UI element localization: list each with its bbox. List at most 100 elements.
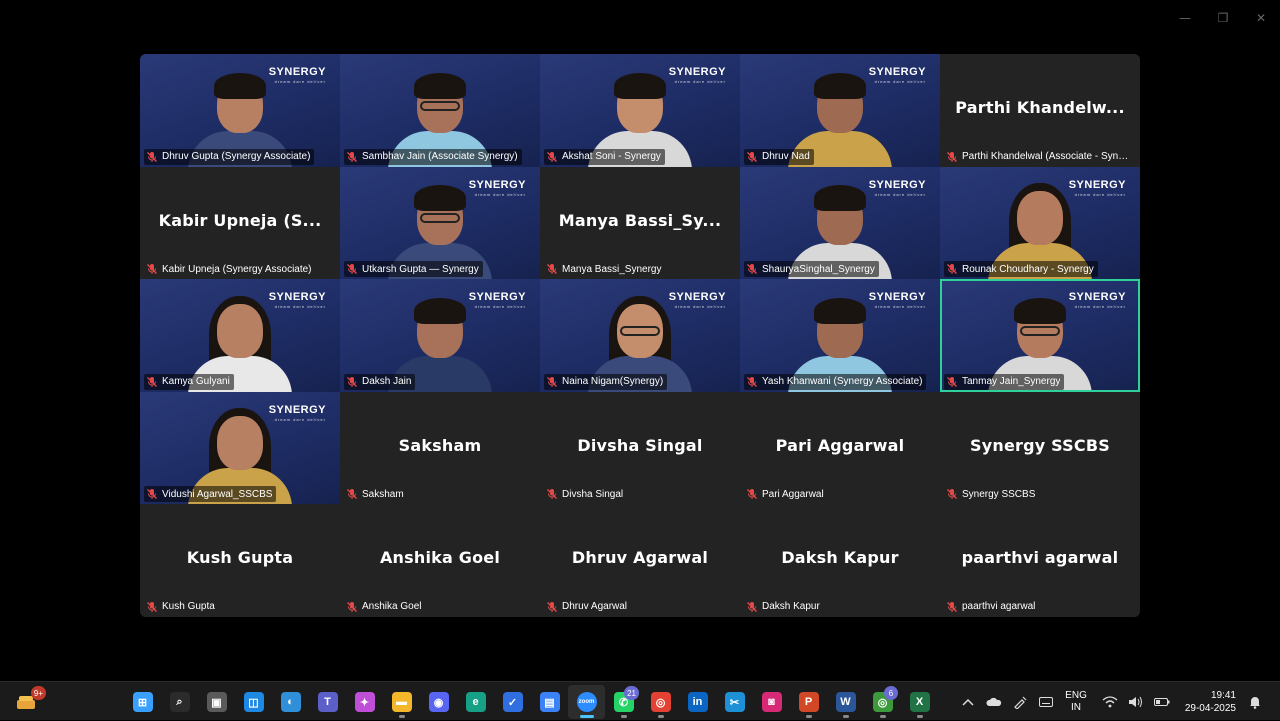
participant-name-bar: Yash Khanwani (Synergy Associate): [744, 373, 927, 390]
edge-button[interactable]: e: [457, 685, 494, 719]
mic-muted-icon: [746, 376, 758, 388]
wifi-icon[interactable]: [1097, 689, 1123, 715]
mic-muted-icon: [946, 601, 958, 613]
participant-name: Dhruv Gupta (Synergy Associate): [162, 151, 311, 163]
participant-name-bar: Utkarsh Gupta — Synergy: [344, 261, 483, 278]
word-button[interactable]: W: [827, 685, 864, 719]
edge-dev-button[interactable]: ◐: [272, 685, 309, 719]
participant-tile[interactable]: Pari Aggarwal Pari Aggarwal: [740, 391, 940, 505]
participant-display-name: Divsha Singal: [577, 435, 703, 455]
mic-muted-icon: [346, 488, 358, 500]
participant-tile[interactable]: Daksh Kapur Daksh Kapur: [740, 504, 940, 617]
participant-tile[interactable]: SYNERGY dream dare deliver Utkarsh Gupta —…: [340, 166, 540, 280]
zoom-button[interactable]: zoom: [568, 685, 605, 719]
participant-display-name: Daksh Kapur: [781, 548, 899, 568]
mic-muted-icon: [346, 376, 358, 388]
discord-button[interactable]: ◉: [420, 685, 457, 719]
participant-tile[interactable]: paarthvi agarwal paarthvi agarwal: [940, 504, 1140, 617]
copilot-icon: ✦: [354, 692, 375, 712]
participant-name: Naina Nigam(Synergy): [562, 376, 664, 388]
participant-tile[interactable]: SYNERGY dream dare deliver Tanmay Jain_Syn…: [940, 279, 1140, 392]
participant-tile[interactable]: SYNERGY dream dare deliver Dhruv Gupta (Sy…: [140, 54, 340, 167]
participant-tile[interactable]: SYNERGY dream dare deliver Akshat Soni - S…: [540, 54, 740, 167]
participant-name-bar: Manya Bassi_Synergy: [544, 261, 666, 277]
participant-tile[interactable]: Saksham Saksham: [340, 391, 540, 505]
excel-button[interactable]: X: [901, 685, 938, 719]
participant-tile[interactable]: SYNERGY dream dare deliver Daksh Jain: [340, 279, 540, 392]
participant-tile[interactable]: SYNERGY dream dare deliver Naina Nigam(Syn…: [540, 279, 740, 392]
copilot-button[interactable]: ✦: [346, 685, 383, 719]
show-hidden-icons-icon[interactable]: [955, 689, 981, 715]
participant-name: Sambhav Jain (Associate Synergy): [362, 151, 518, 163]
participant-tile[interactable]: Dhruv Agarwal Dhruv Agarwal: [540, 504, 740, 617]
participant-name: Rounak Choudhary - Synergy: [962, 263, 1094, 275]
search-button[interactable]: ⌕: [161, 685, 198, 719]
participant-tile[interactable]: Anshika Goel Anshika Goel: [340, 504, 540, 617]
app-badge: 21: [624, 686, 639, 700]
task-view-button[interactable]: ▣: [198, 685, 235, 719]
chrome-button[interactable]: ◎: [642, 685, 679, 719]
clock[interactable]: 19:41 29-04-2025: [1185, 689, 1236, 715]
participant-tile[interactable]: Sambhav Jain (Associate Synergy): [340, 54, 540, 167]
snipping-tool-button[interactable]: ✂: [716, 685, 753, 719]
widgets-button[interactable]: ◫: [235, 685, 272, 719]
participant-name: Kamya Gulyani: [162, 376, 230, 388]
keyboard-icon[interactable]: [1033, 689, 1059, 715]
pen-tablet-icon[interactable]: [1007, 689, 1033, 715]
chrome-profile-button[interactable]: ◎ 6: [864, 685, 901, 719]
start-button[interactable]: ⊞: [124, 685, 161, 719]
participant-tile[interactable]: Kush Gupta Kush Gupta: [140, 504, 340, 617]
weather-widget[interactable]: 9+: [14, 686, 46, 714]
participant-tile[interactable]: SYNERGY dream dare deliver Vidushi Agarwal…: [140, 391, 340, 505]
participant-tile[interactable]: Manya Bassi_Sy... Manya Bassi_Synergy: [540, 166, 740, 280]
participant-tile[interactable]: SYNERGY dream dare deliver Rounak Choudhar…: [940, 166, 1140, 280]
participant-name-bar: Sambhav Jain (Associate Synergy): [344, 148, 522, 165]
linkedin-button[interactable]: in: [679, 685, 716, 719]
participant-tile[interactable]: Kabir Upneja (S... Kabir Upneja (Synergy …: [140, 166, 340, 280]
mic-muted-icon: [946, 263, 958, 275]
participant-name: Akshat Soni - Synergy: [562, 151, 661, 163]
participant-display-name: paarthvi agarwal: [961, 548, 1119, 568]
onedrive-icon[interactable]: [981, 689, 1007, 715]
background-logo: SYNERGY dream dare deliver: [268, 403, 326, 422]
participant-name: Synergy SSCBS: [962, 488, 1036, 500]
close-button[interactable]: ✕: [1242, 6, 1280, 30]
participant-tile[interactable]: SYNERGY dream dare deliver ShauryaSinghal_…: [740, 166, 940, 280]
mic-muted-icon: [546, 263, 558, 275]
participant-tile[interactable]: SYNERGY dream dare deliver Dhruv Nad: [740, 54, 940, 167]
volume-icon[interactable]: [1123, 689, 1149, 715]
instagram-button[interactable]: ◙: [753, 685, 790, 719]
input-language[interactable]: ENG IN: [1065, 690, 1087, 714]
file-explorer-button[interactable]: ▬: [383, 685, 420, 719]
participant-display-name: Kush Gupta: [186, 548, 294, 568]
widgets-icon: ◫: [243, 692, 264, 712]
background-logo: SYNERGY dream dare deliver: [668, 291, 726, 310]
mic-muted-icon: [346, 601, 358, 613]
maximize-button[interactable]: ❐: [1204, 6, 1242, 30]
participant-tile[interactable]: Synergy SSCBS Synergy SSCBS: [940, 391, 1140, 505]
mic-muted-icon: [946, 151, 958, 163]
mic-muted-icon: [146, 488, 158, 500]
participant-tile[interactable]: SYNERGY dream dare deliver Yash Khanwani (…: [740, 279, 940, 392]
participant-name-bar: Tanmay Jain_Synergy: [944, 373, 1065, 390]
zoom-meeting-window: — ❐ ✕ SYNERGY dream dare deliver Dhruv Gup…: [0, 0, 1280, 681]
start-icon: ⊞: [132, 692, 153, 712]
battery-icon[interactable]: [1149, 689, 1175, 715]
whatsapp-button[interactable]: ✆ 21: [605, 685, 642, 719]
todo-icon: ✓: [502, 692, 523, 712]
participant-name-bar: Daksh Jain: [344, 373, 416, 390]
notification-center-icon[interactable]: [1242, 689, 1268, 715]
participant-tile[interactable]: Divsha Singal Divsha Singal: [540, 391, 740, 505]
participant-name-bar: Synergy SSCBS: [944, 486, 1039, 502]
background-logo: SYNERGY dream dare deliver: [268, 66, 326, 84]
todo-button[interactable]: ✓: [494, 685, 531, 719]
powerpoint-button[interactable]: P: [790, 685, 827, 719]
mic-muted-icon: [746, 488, 758, 500]
participant-tile[interactable]: SYNERGY dream dare deliver Kamya Gulyani: [140, 279, 340, 392]
minimize-button[interactable]: —: [1166, 6, 1204, 30]
background-logo: SYNERGY dream dare deliver: [868, 291, 926, 310]
store-button[interactable]: ▤: [531, 685, 568, 719]
teams-button[interactable]: T: [309, 685, 346, 719]
window-controls: — ❐ ✕: [1166, 6, 1280, 30]
participant-tile[interactable]: Parthi Khandelw... Parthi Khandelwal (Ass…: [940, 54, 1140, 167]
